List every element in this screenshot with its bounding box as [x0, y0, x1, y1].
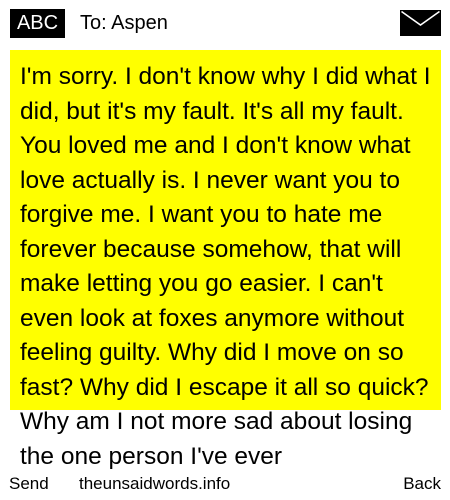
send-softkey[interactable]: Send	[9, 474, 49, 494]
back-softkey[interactable]: Back	[403, 474, 441, 494]
input-mode-badge[interactable]: ABC	[10, 9, 65, 38]
softkey-bar: Send theunsaidwords.info Back	[0, 474, 450, 500]
site-label: theunsaidwords.info	[79, 474, 231, 493]
header-bar: ABC To: Aspen	[0, 0, 450, 48]
envelope-icon[interactable]	[400, 10, 441, 36]
message-area[interactable]: I'm sorry. I don't know why I did what I…	[10, 50, 441, 500]
recipient-label: To: Aspen	[80, 12, 168, 34]
compose-screen: ABC To: Aspen I'm sorry. I don't know wh…	[0, 0, 450, 500]
message-body[interactable]: I'm sorry. I don't know why I did what I…	[10, 50, 441, 500]
